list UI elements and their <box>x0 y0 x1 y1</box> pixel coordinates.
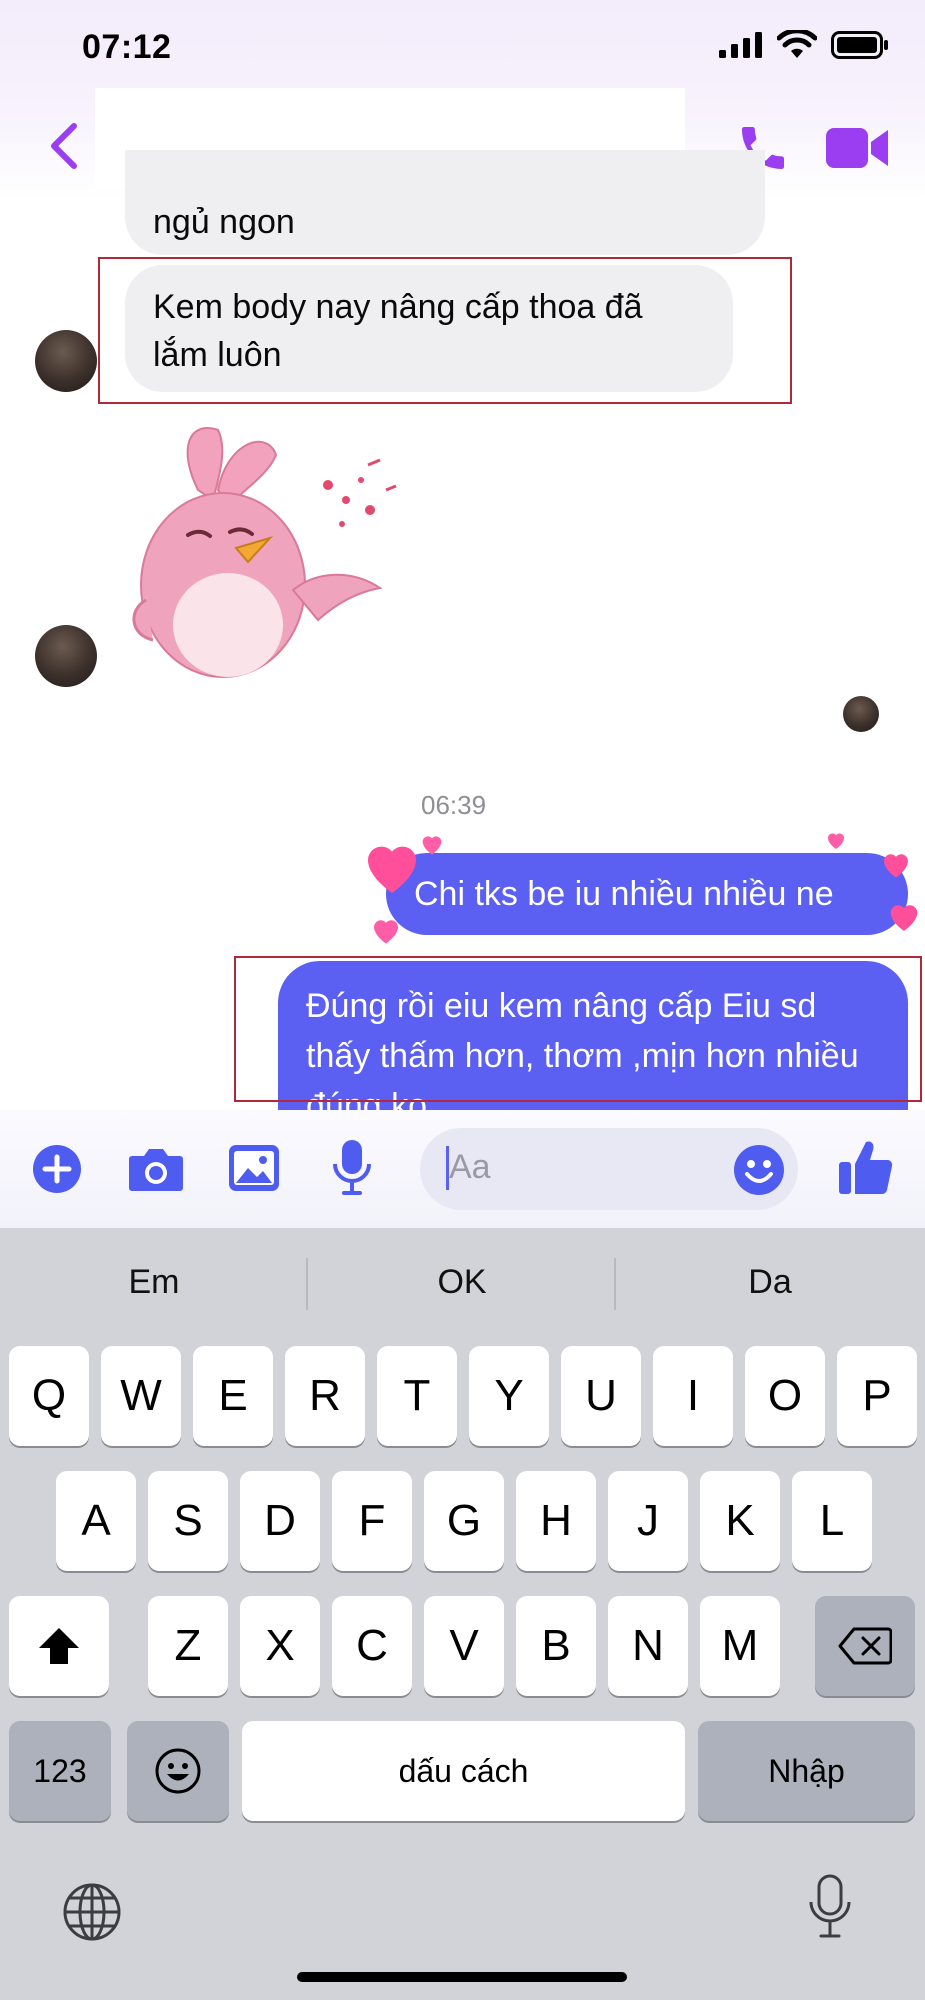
suggestion-item[interactable]: OK <box>312 1263 612 1302</box>
camera-button[interactable] <box>128 1146 184 1192</box>
pink-bird-sticker-icon <box>132 427 397 678</box>
message-text: ngủ ngon <box>153 203 295 241</box>
key-z[interactable]: Z <box>148 1596 228 1696</box>
video-call-button[interactable] <box>826 124 890 172</box>
globe-button[interactable] <box>62 1882 122 1942</box>
signal-icon <box>719 32 762 58</box>
wifi-icon <box>777 30 817 58</box>
space-key[interactable]: dấu cách <box>242 1721 685 1821</box>
key-q[interactable]: Q <box>9 1346 89 1446</box>
key-n[interactable]: N <box>608 1596 688 1696</box>
incoming-message[interactable]: ngủ ngon <box>125 150 765 255</box>
key-m[interactable]: M <box>700 1596 780 1696</box>
shift-icon <box>39 1628 79 1664</box>
message-text: Chi tks be iu nhiều nhiều ne <box>414 875 834 913</box>
key-t[interactable]: T <box>377 1346 457 1446</box>
key-l[interactable]: L <box>792 1471 872 1571</box>
key-s[interactable]: S <box>148 1471 228 1571</box>
key-p[interactable]: P <box>837 1346 917 1446</box>
image-icon <box>229 1145 279 1191</box>
key-j[interactable]: J <box>608 1471 688 1571</box>
bird-sticker[interactable] <box>118 420 398 682</box>
contact-avatar[interactable] <box>35 625 97 687</box>
like-button[interactable] <box>838 1138 894 1196</box>
key-f[interactable]: F <box>332 1471 412 1571</box>
key-v[interactable]: V <box>424 1596 504 1696</box>
emoji-keyboard-key[interactable] <box>127 1721 229 1821</box>
suggestion-item[interactable]: Da <box>620 1263 920 1302</box>
emoji-icon <box>734 1145 784 1195</box>
key-w[interactable]: W <box>101 1346 181 1446</box>
home-indicator <box>297 1972 627 1982</box>
numbers-key[interactable]: 123 <box>9 1721 111 1821</box>
emoji-button[interactable] <box>733 1144 785 1196</box>
voice-message-button[interactable] <box>332 1140 372 1196</box>
status-icons <box>719 30 889 60</box>
message-input-placeholder: Aa <box>449 1148 491 1186</box>
message-timestamp: 06:39 <box>421 790 487 820</box>
globe-icon <box>63 1883 121 1941</box>
outgoing-message[interactable]: Chi tks be iu nhiều nhiều ne <box>386 853 908 935</box>
more-actions-button[interactable] <box>32 1144 82 1194</box>
key-y[interactable]: Y <box>469 1346 549 1446</box>
key-u[interactable]: U <box>561 1346 641 1446</box>
thumbs-up-icon <box>839 1141 893 1195</box>
status-time: 07:12 <box>82 28 172 66</box>
key-x[interactable]: X <box>240 1596 320 1696</box>
microphone-icon <box>333 1140 371 1195</box>
suggestion-item[interactable]: Em <box>4 1263 304 1302</box>
key-o[interactable]: O <box>745 1346 825 1446</box>
key-r[interactable]: R <box>285 1346 365 1446</box>
heart-effect-icon <box>374 920 398 944</box>
highlight-box <box>98 257 792 404</box>
highlight-box <box>234 956 922 1102</box>
key-g[interactable]: G <box>424 1471 504 1571</box>
delete-key[interactable] <box>815 1596 915 1696</box>
return-key[interactable]: Nhập <box>698 1721 915 1821</box>
heart-effect-icon <box>890 905 918 931</box>
heart-effect-icon <box>828 833 844 849</box>
key-k[interactable]: K <box>700 1471 780 1571</box>
shift-key[interactable] <box>9 1596 109 1696</box>
key-i[interactable]: I <box>653 1346 733 1446</box>
suggestion-divider <box>306 1258 308 1310</box>
read-receipt-avatar <box>843 696 879 732</box>
key-e[interactable]: E <box>193 1346 273 1446</box>
key-h[interactable]: H <box>516 1471 596 1571</box>
key-a[interactable]: A <box>56 1471 136 1571</box>
keyboard-suggestion-bar: Em OK Da <box>0 1255 925 1315</box>
video-camera-icon <box>826 128 888 168</box>
plus-icon <box>33 1145 81 1193</box>
dictation-button[interactable] <box>808 1874 852 1940</box>
suggestion-divider <box>614 1258 616 1310</box>
key-d[interactable]: D <box>240 1471 320 1571</box>
chevron-left-icon <box>51 123 77 169</box>
contact-avatar[interactable] <box>35 330 97 392</box>
gallery-button[interactable] <box>228 1144 280 1192</box>
camera-icon <box>129 1149 183 1191</box>
key-b[interactable]: B <box>516 1596 596 1696</box>
back-button[interactable] <box>44 118 84 174</box>
delete-icon <box>838 1627 892 1665</box>
key-c[interactable]: C <box>332 1596 412 1696</box>
emoji-icon <box>155 1748 201 1794</box>
microphone-icon <box>809 1874 851 1938</box>
heart-effect-icon <box>884 854 908 878</box>
battery-icon <box>831 31 888 59</box>
heart-effect-icon <box>422 836 442 855</box>
